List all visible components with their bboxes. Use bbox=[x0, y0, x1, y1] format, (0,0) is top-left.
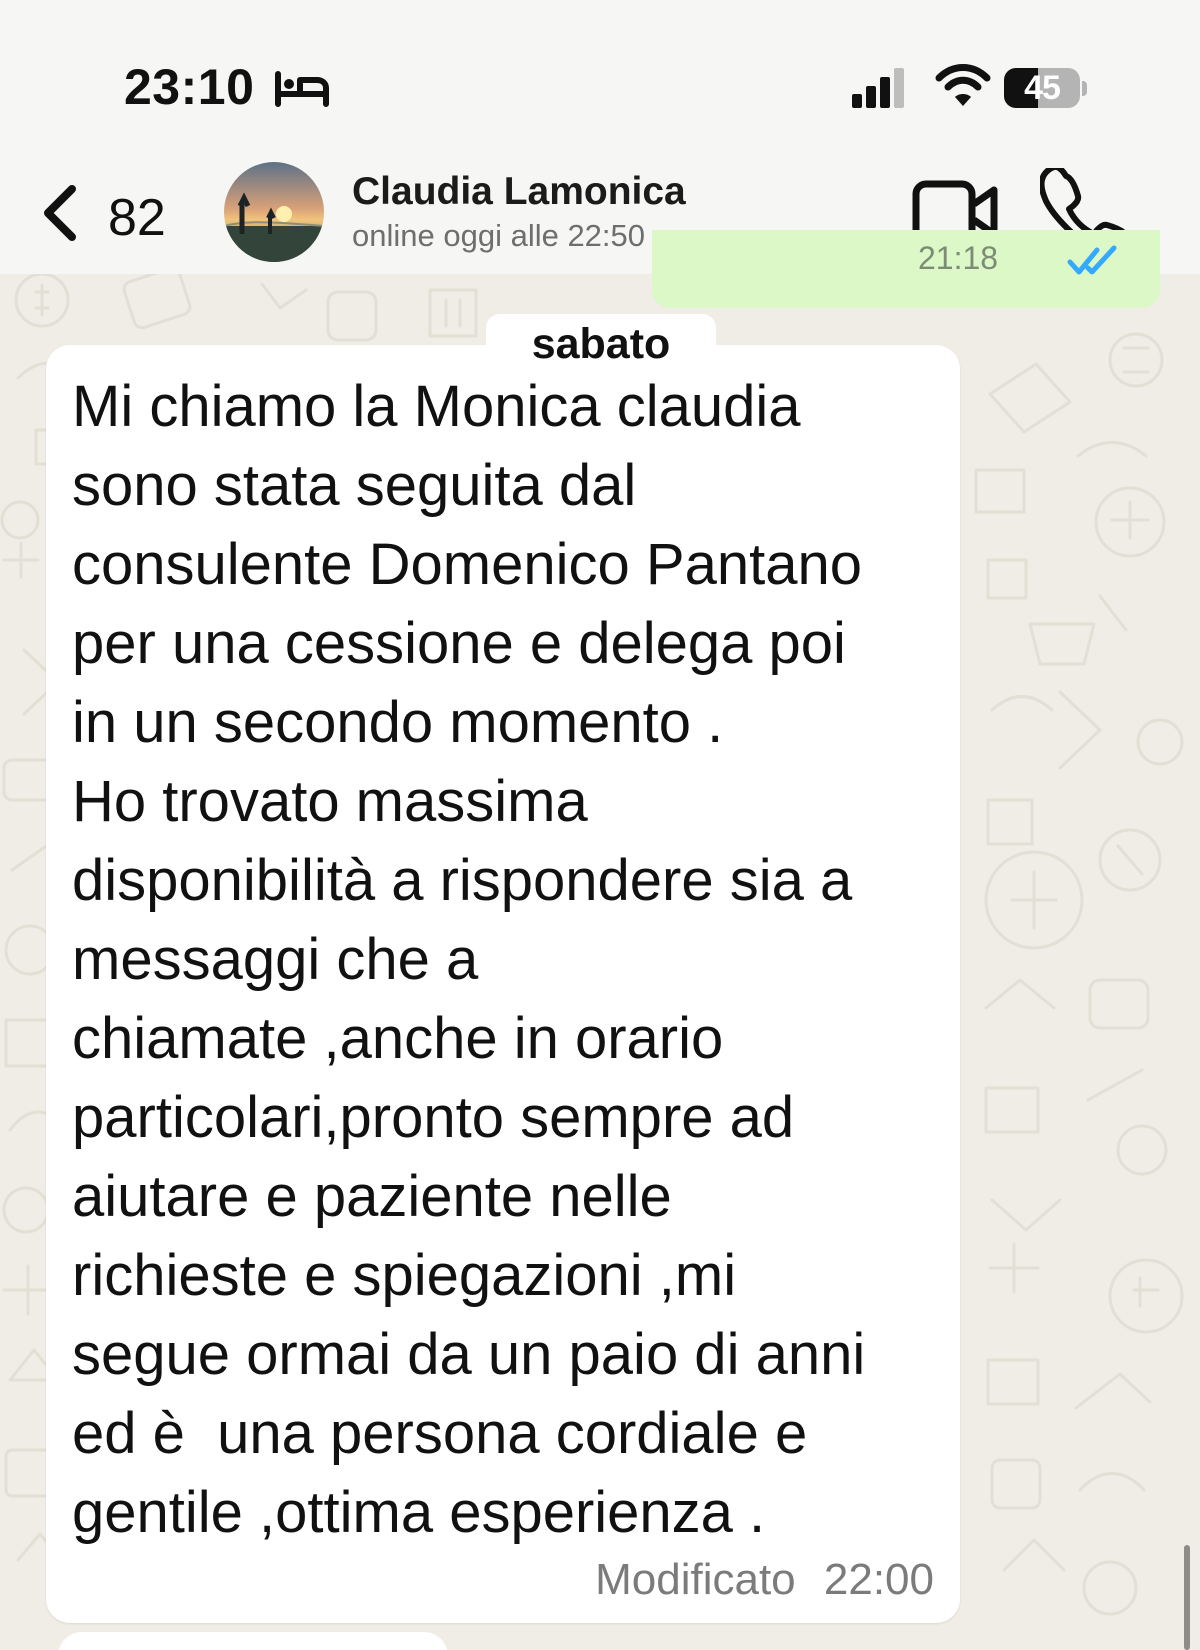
battery-body: 45 bbox=[1004, 68, 1080, 108]
double-check-icon bbox=[1067, 245, 1117, 275]
avatar-photo bbox=[224, 162, 324, 262]
message-line: ed è una persona cordiale e bbox=[72, 1401, 808, 1466]
chat-screen: 23:10 45 82 Claudia Lamonica online oggi… bbox=[0, 0, 1200, 1650]
message-line: gentile ,ottima esperienza . bbox=[72, 1480, 766, 1545]
back-button[interactable]: 82 bbox=[30, 172, 190, 250]
message-line: disponibilità a rispondere sia a bbox=[72, 848, 853, 913]
message-line: chiamate ,anche in orario bbox=[72, 1006, 724, 1071]
battery-indicator: 45 bbox=[1004, 68, 1087, 108]
message-line: sono stata seguita dal bbox=[72, 453, 637, 518]
incoming-message[interactable]: Mi chiamo la Monica claudia sono stata se… bbox=[46, 345, 960, 1623]
battery-level-text: 45 bbox=[1024, 69, 1061, 107]
message-line: messaggi che a bbox=[72, 927, 479, 992]
status-time: 23:10 bbox=[124, 59, 255, 115]
message-time: 22:00 bbox=[823, 1555, 934, 1604]
contact-avatar[interactable] bbox=[224, 162, 324, 262]
message-meta: Modificato 22:00 bbox=[595, 1555, 934, 1605]
scroll-indicator[interactable] bbox=[1184, 1545, 1190, 1650]
message-line: per una cessione e delega poi bbox=[72, 611, 846, 676]
message-text: Mi chiamo la Monica claudia sono stata se… bbox=[72, 367, 865, 1552]
battery-tip bbox=[1082, 81, 1087, 96]
message-line: Mi chiamo la Monica claudia bbox=[72, 374, 801, 439]
bed-icon bbox=[275, 71, 329, 107]
cellular-signal-icon bbox=[852, 68, 904, 108]
next-message-partial[interactable] bbox=[58, 1632, 448, 1650]
status-bar: 23:10 45 bbox=[0, 0, 1200, 150]
date-separator: sabato bbox=[486, 314, 716, 374]
message-line: aiutare e paziente nelle bbox=[72, 1164, 672, 1229]
message-line: Ho trovato massima bbox=[72, 769, 588, 834]
message-line: richieste e spiegazioni ,mi bbox=[72, 1243, 737, 1308]
unread-count: 82 bbox=[108, 189, 166, 247]
chevron-left-icon bbox=[44, 185, 76, 241]
contact-name[interactable]: Claudia Lamonica bbox=[352, 170, 686, 214]
edited-label: Modificato bbox=[595, 1555, 796, 1604]
wifi-icon bbox=[935, 64, 991, 106]
previous-outgoing-message[interactable]: 21:18 bbox=[652, 230, 1160, 308]
previous-message-time: 21:18 bbox=[918, 240, 999, 276]
message-line: in un secondo momento . bbox=[72, 690, 724, 755]
contact-last-seen: online oggi alle 22:50 bbox=[352, 218, 646, 253]
message-line: segue ormai da un paio di anni bbox=[72, 1322, 866, 1387]
message-line: particolari,pronto sempre ad bbox=[72, 1085, 795, 1150]
message-line: consulente Domenico Pantano bbox=[72, 532, 862, 597]
